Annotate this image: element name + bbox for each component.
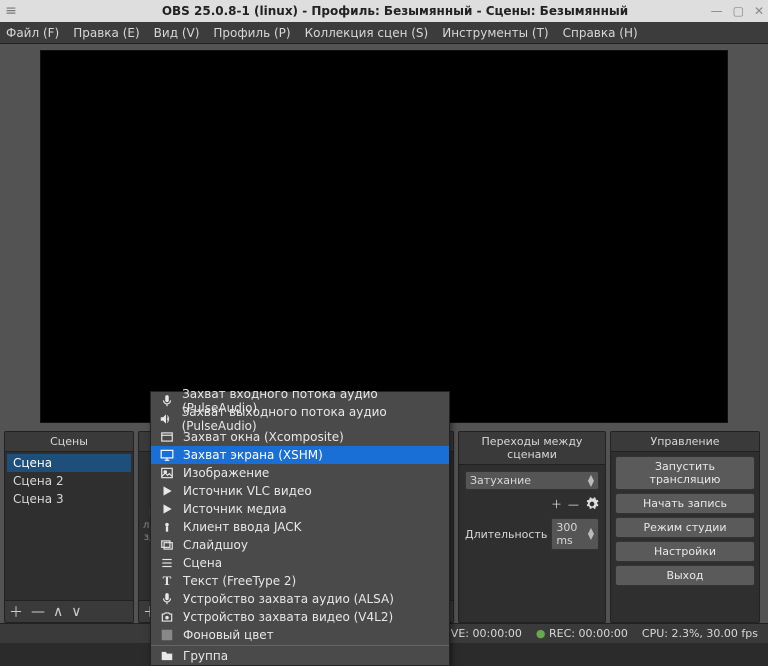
- slideshow-icon: [159, 538, 175, 552]
- maximize-button[interactable]: ▢: [733, 4, 744, 18]
- transition-settings-button[interactable]: [585, 497, 599, 511]
- context-menu-item-label: Устройство захвата видео (V4L2): [183, 610, 393, 624]
- start-streaming-button[interactable]: Запустить трансляцию: [615, 456, 755, 490]
- camera-icon: [159, 610, 175, 624]
- app-menu-icon[interactable]: ≡: [0, 3, 22, 19]
- context-menu-item-label: Группа: [183, 649, 228, 663]
- context-menu-item[interactable]: Захват экрана (XSHM): [151, 446, 449, 464]
- close-button[interactable]: ✕: [754, 4, 764, 18]
- preview-area: [0, 44, 768, 429]
- context-menu-item[interactable]: Сцена: [151, 554, 449, 572]
- context-menu-item-label: Источник VLC видео: [183, 484, 312, 498]
- scene-up-button[interactable]: ∧: [53, 604, 63, 620]
- studio-mode-button[interactable]: Режим студии: [615, 517, 755, 538]
- color-icon: [159, 628, 175, 642]
- context-menu-item-label: Захват окна (Xcomposite): [183, 430, 344, 444]
- context-menu-item[interactable]: Клиент ввода JACK: [151, 518, 449, 536]
- menu-tools[interactable]: Инструменты (T): [442, 26, 548, 40]
- context-menu-item-label: Текст (FreeType 2): [183, 574, 296, 588]
- context-menu-item[interactable]: Изображение: [151, 464, 449, 482]
- context-menu-item[interactable]: Устройство захвата аудио (ALSA): [151, 590, 449, 608]
- menu-file[interactable]: Файл (F): [6, 26, 59, 40]
- context-menu-item[interactable]: Фоновый цвет: [151, 626, 449, 644]
- context-menu-item[interactable]: Устройство захвата видео (V4L2): [151, 608, 449, 626]
- chevron-updown-icon: ▲▼: [588, 528, 594, 540]
- scene-list[interactable]: Сцена Сцена 2 Сцена 3: [5, 452, 133, 600]
- context-menu-item[interactable]: Источник VLC видео: [151, 482, 449, 500]
- exit-button[interactable]: Выход: [615, 565, 755, 586]
- menu-scene-collection[interactable]: Коллекция сцен (S): [305, 26, 429, 40]
- context-menu-item-label: Клиент ввода JACK: [183, 520, 302, 534]
- scene-add-button[interactable]: ＋: [9, 602, 23, 622]
- jack-icon: [159, 520, 175, 534]
- preview-canvas[interactable]: [40, 50, 728, 423]
- menu-help[interactable]: Справка (H): [563, 26, 638, 40]
- context-menu-separator: [151, 645, 449, 646]
- context-menu-item[interactable]: Слайдшоу: [151, 536, 449, 554]
- context-menu-item-label: Слайдшоу: [183, 538, 248, 552]
- context-menu-item[interactable]: Группа: [151, 647, 449, 665]
- transition-remove-button[interactable]: —: [568, 498, 579, 511]
- rec-dot-icon: ●: [536, 627, 546, 640]
- image-icon: [159, 466, 175, 480]
- panel-scenes-title: Сцены: [5, 432, 133, 452]
- menu-view[interactable]: Вид (V): [154, 26, 200, 40]
- duration-spinbox[interactable]: 300 ms ▲▼: [551, 518, 599, 550]
- titlebar: ≡ OBS 25.0.8-1 (linux) - Профиль: Безымя…: [0, 0, 768, 22]
- transition-add-button[interactable]: ＋: [551, 496, 562, 512]
- transition-type-dropdown[interactable]: Затухание ▲▼: [465, 471, 599, 490]
- minimize-button[interactable]: —: [711, 4, 723, 18]
- menubar: Файл (F) Правка (E) Вид (V) Профиль (P) …: [0, 22, 768, 44]
- window-icon: [159, 430, 175, 444]
- monitor-icon: [159, 448, 175, 462]
- scene-down-button[interactable]: ∨: [71, 604, 81, 620]
- folder-icon: [159, 649, 175, 663]
- panel-controls-title: Управление: [611, 432, 759, 452]
- context-menu-item[interactable]: Источник медиа: [151, 500, 449, 518]
- panel-controls: Управление Запустить трансляцию Начать з…: [610, 431, 760, 623]
- context-menu-item-label: Захват выходного потока аудио (PulseAudi…: [182, 405, 441, 433]
- menu-edit[interactable]: Правка (E): [73, 26, 139, 40]
- scene-item[interactable]: Сцена 2: [7, 472, 131, 490]
- lines-icon: [159, 556, 175, 570]
- settings-button[interactable]: Настройки: [615, 541, 755, 562]
- text-icon: T: [159, 574, 175, 588]
- chevron-updown-icon: ▲▼: [588, 475, 594, 487]
- context-menu-item[interactable]: Захват выходного потока аудио (PulseAudi…: [151, 410, 449, 428]
- panel-transitions-title: Переходы между сценами: [459, 432, 605, 465]
- window-title: OBS 25.0.8-1 (linux) - Профиль: Безымянн…: [22, 4, 768, 18]
- context-menu-item-label: Устройство захвата аудио (ALSA): [183, 592, 394, 606]
- panel-transitions: Переходы между сценами Затухание ▲▼ ＋ —: [458, 431, 606, 623]
- context-menu-item-label: Захват экрана (XSHM): [183, 448, 323, 462]
- mic-icon: [159, 592, 175, 606]
- scene-item[interactable]: Сцена 3: [7, 490, 131, 508]
- scene-remove-button[interactable]: —: [31, 604, 45, 620]
- context-menu-item-label: Изображение: [183, 466, 269, 480]
- panel-scenes: Сцены Сцена Сцена 2 Сцена 3 ＋ — ∧ ∨: [4, 431, 134, 623]
- play-icon: [159, 484, 175, 498]
- gear-icon: [585, 497, 599, 511]
- scene-item[interactable]: Сцена: [7, 454, 131, 472]
- start-recording-button[interactable]: Начать запись: [615, 493, 755, 514]
- context-menu-item-label: Фоновый цвет: [183, 628, 274, 642]
- duration-label: Длительность: [465, 528, 547, 541]
- context-menu-item-label: Источник медиа: [183, 502, 287, 516]
- context-menu-item-label: Сцена: [183, 556, 222, 570]
- menu-profile[interactable]: Профиль (P): [213, 26, 290, 40]
- play-icon: [159, 502, 175, 516]
- context-menu-item[interactable]: T Текст (FreeType 2): [151, 572, 449, 590]
- mic-icon: [159, 394, 174, 408]
- status-rec: REC: 00:00:00: [549, 627, 628, 640]
- status-cpu: CPU: 2.3%, 30.00 fps: [642, 627, 758, 640]
- status-live: LIVE: 00:00:00: [441, 627, 521, 640]
- add-source-context-menu: Захват входного потока аудио (PulseAudio…: [150, 391, 450, 666]
- speaker-icon: [159, 412, 174, 426]
